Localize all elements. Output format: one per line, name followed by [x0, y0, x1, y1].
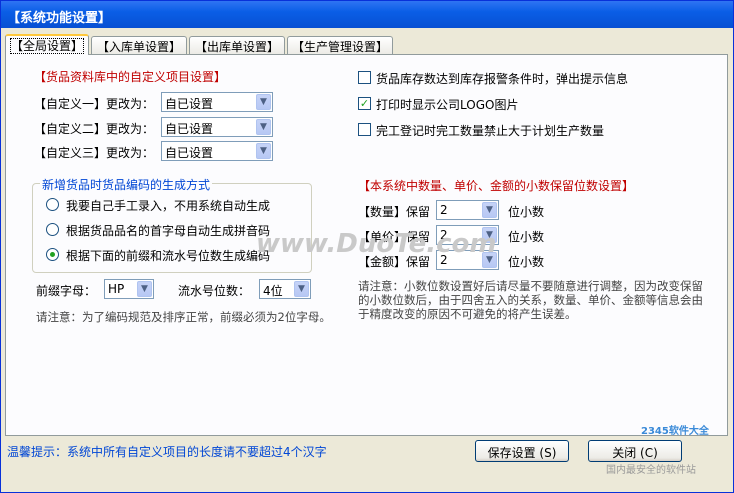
- price-decimals-unit: 位小数: [508, 230, 545, 244]
- watermark-duote: www.DuoTe.com: [256, 229, 497, 259]
- settings-window: 【系统功能设置】 【全局设置】 【入库单设置】 【出库单设置】 【生产管理设置】…: [0, 0, 734, 493]
- custom-item-3-label: 【自定义三】更改为：: [34, 146, 155, 160]
- code-gen-legend: 新增货品时货品编码的生成方式: [40, 176, 213, 193]
- limit-completion-checkbox[interactable]: [358, 123, 371, 136]
- code-gen-manual-label[interactable]: 我要自己手工录入，不用系统自动生成: [66, 197, 270, 214]
- prefix-label: 前缀字母：: [36, 284, 97, 298]
- code-gen-prefix-radio[interactable]: [46, 248, 59, 261]
- checkmark-icon: ✓: [359, 97, 370, 110]
- code-gen-pinyin-radio[interactable]: [46, 223, 59, 236]
- decimals-heading: 【本系统中数量、单价、金额的小数保留位数设置】: [358, 179, 635, 193]
- stock-alert-label[interactable]: 货品库存数达到库存报警条件时，弹出提示信息: [376, 70, 628, 87]
- stock-alert-checkbox[interactable]: [358, 71, 371, 84]
- serial-digits-select[interactable]: 4位 ▼: [259, 279, 311, 299]
- tab-outbound-settings[interactable]: 【出库单设置】: [189, 36, 285, 54]
- chevron-down-icon[interactable]: ▼: [256, 94, 271, 110]
- tab-global-settings[interactable]: 【全局设置】: [5, 34, 89, 55]
- custom-item-2-label: 【自定义二】更改为：: [34, 122, 155, 136]
- qty-decimals-label: 【数量】保留: [358, 205, 431, 219]
- chevron-down-icon[interactable]: ▼: [256, 143, 271, 159]
- amount-decimals-unit: 位小数: [508, 255, 545, 269]
- custom-item-3-select[interactable]: 自已设置 ▼: [161, 141, 273, 161]
- print-logo-checkbox[interactable]: ✓: [358, 97, 371, 110]
- code-gen-prefix-label[interactable]: 根据下面的前缀和流水号位数生成编码: [66, 247, 270, 264]
- custom-item-1-label: 【自定义一】更改为：: [34, 97, 155, 111]
- qty-decimals-unit: 位小数: [508, 205, 545, 219]
- custom-items-heading: 【货品资料库中的自定义项目设置】: [34, 70, 227, 84]
- decimals-note-line-3: 于精度改变的原因不可避免的将产生误差。: [358, 307, 577, 321]
- custom-item-2-select[interactable]: 自已设置 ▼: [161, 117, 273, 137]
- print-logo-label[interactable]: 打印时显示公司LOGO图片: [376, 96, 518, 113]
- chevron-down-icon[interactable]: ▼: [294, 281, 309, 297]
- qty-decimals-select[interactable]: 2 ▼: [436, 200, 499, 220]
- corner-watermark-sub: 国内最安全的软件站: [606, 465, 696, 476]
- corner-watermark: 2345软件大全: [641, 426, 709, 437]
- global-settings-panel: 【货品资料库中的自定义项目设置】 【自定义一】更改为： 自已设置 ▼ 【自定义二…: [5, 54, 728, 436]
- tab-inbound-settings[interactable]: 【入库单设置】: [91, 36, 187, 54]
- serial-digits-label: 流水号位数：: [178, 284, 251, 298]
- code-gen-manual-radio[interactable]: [46, 198, 59, 211]
- close-button[interactable]: 关闭 (C): [588, 440, 682, 462]
- chevron-down-icon[interactable]: ▼: [256, 119, 271, 135]
- code-gen-note: 请注意：为了编码规范及排序正常，前缀必须为2位字母。: [36, 310, 331, 324]
- save-settings-button[interactable]: 保存设置 (S): [475, 440, 569, 462]
- code-gen-pinyin-label[interactable]: 根据货品品名的首字母自动生成拼音码: [66, 222, 270, 239]
- limit-completion-label[interactable]: 完工登记时完工数量禁止大于计划生产数量: [376, 122, 604, 139]
- chevron-down-icon[interactable]: ▼: [482, 202, 497, 218]
- chevron-down-icon[interactable]: ▼: [137, 281, 152, 297]
- window-title: 【系统功能设置】: [1, 1, 733, 28]
- custom-item-1-select[interactable]: 自已设置 ▼: [161, 92, 273, 112]
- prefix-select[interactable]: HP ▼: [104, 279, 154, 299]
- tab-production-settings[interactable]: 【生产管理设置】: [287, 36, 393, 54]
